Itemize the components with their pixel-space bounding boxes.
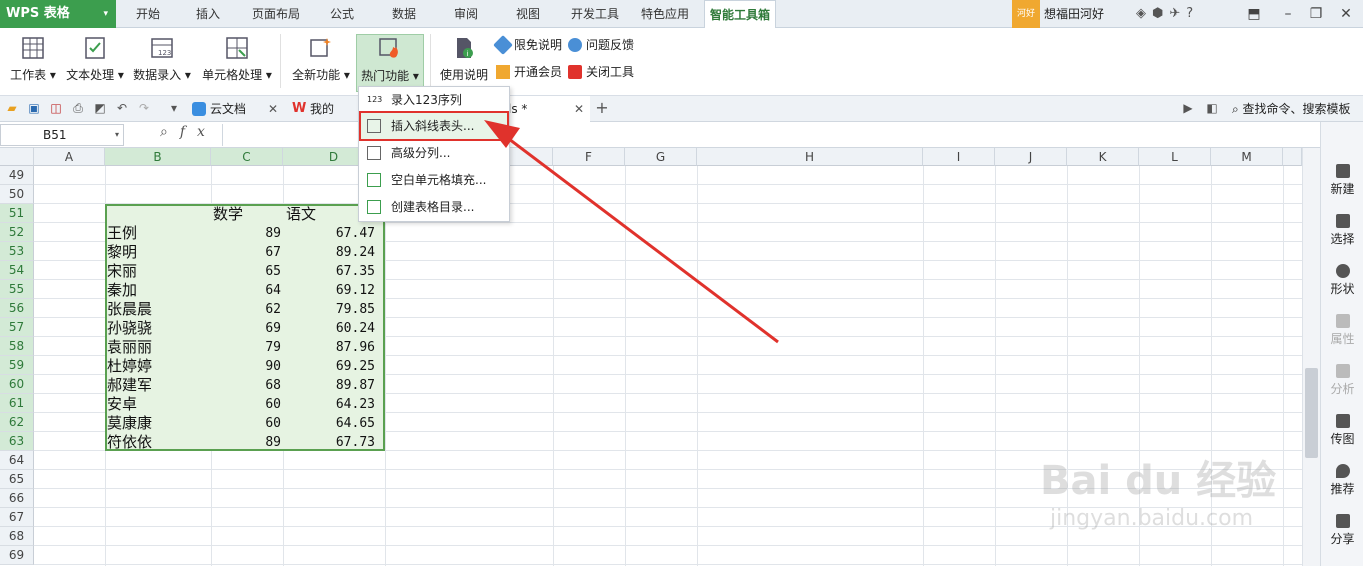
baidu-watermark-url: jingyan.baidu.com [1050,506,1254,531]
baidu-watermark: Bai du 经验 [1040,458,1277,504]
